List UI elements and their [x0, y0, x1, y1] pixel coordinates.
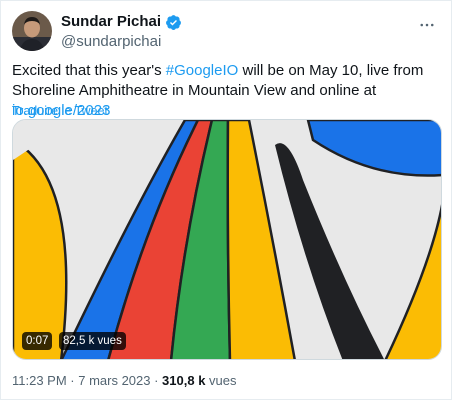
- timestamp[interactable]: 11:23 PM · 7 mars 2023 ·: [12, 373, 162, 388]
- tweet-text-part: Excited that this year's: [12, 62, 166, 79]
- tweet-card: Sundar Pichai @sundarpichai Excited that…: [0, 0, 452, 400]
- duration-badge: 0:07: [22, 332, 53, 350]
- avatar[interactable]: [12, 11, 52, 51]
- author-handle[interactable]: @sundarpichai: [61, 33, 182, 51]
- views-badge: 82,5 k vues: [59, 332, 126, 350]
- video-thumbnail: [13, 120, 441, 359]
- more-horizontal-icon[interactable]: [417, 15, 437, 35]
- author-name[interactable]: Sundar Pichai: [61, 13, 161, 31]
- avatar-image: [12, 11, 52, 51]
- view-count: 310,8 k: [162, 373, 206, 388]
- translate-link[interactable]: Traduire le Tweet: [12, 104, 108, 118]
- verified-badge-icon: [165, 14, 182, 31]
- author-block: Sundar Pichai @sundarpichai: [61, 13, 182, 51]
- hashtag-link[interactable]: #GoogleIO: [166, 62, 239, 79]
- video-player[interactable]: 0:07 82,5 k vues: [12, 119, 442, 360]
- views-label: vues: [205, 373, 237, 388]
- tweet-meta: 11:23 PM · 7 mars 2023 · 310,8 k vues: [12, 373, 237, 388]
